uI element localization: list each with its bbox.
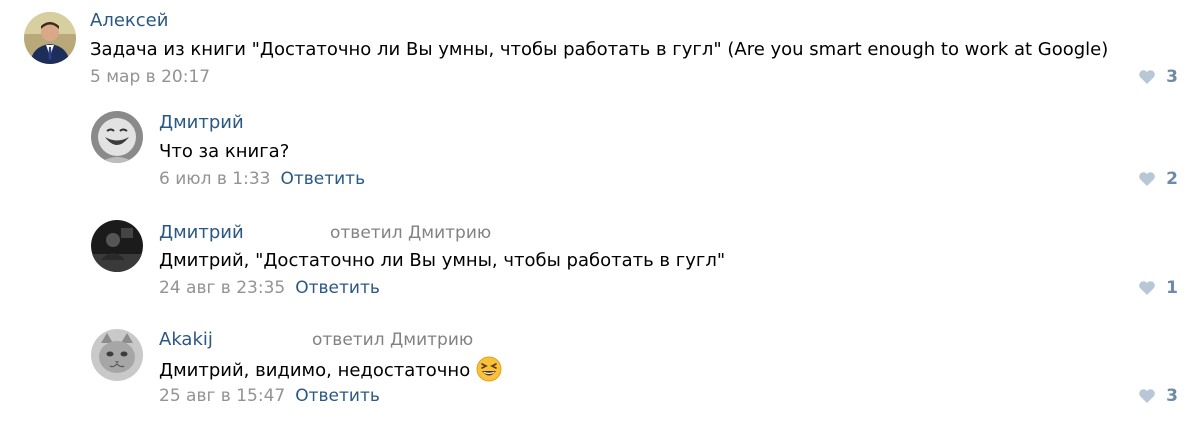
like-button[interactable]: 1 (1138, 277, 1178, 299)
avatar[interactable] (91, 329, 143, 381)
avatar[interactable] (91, 220, 143, 272)
laughing-face-emoji (476, 356, 502, 382)
comment-text: Дмитрий, видимо, недостаточно (159, 356, 502, 383)
laughing-baby-avatar (91, 111, 143, 163)
comment-author[interactable]: Akakij (159, 329, 213, 351)
reply-button[interactable]: Ответить (295, 386, 380, 406)
comment-text: Задача из книги "Достаточно ли Вы умны, … (90, 39, 1109, 60)
comment-author[interactable]: Дмитрий (159, 222, 244, 244)
heart-icon (1139, 389, 1155, 403)
avatar[interactable] (91, 111, 143, 163)
like-count: 3 (1166, 67, 1178, 87)
comment-meta: 25 авг в 15:47 Ответить (159, 385, 380, 407)
comment-date[interactable]: 5 мар в 20:17 (90, 67, 210, 87)
heart-icon (1139, 281, 1155, 295)
comment-author[interactable]: Алексей (90, 10, 168, 32)
like-count: 1 (1166, 278, 1178, 298)
comment-date[interactable]: 24 авг в 23:35 (159, 278, 285, 298)
comment-meta: 6 июл в 1:33 Ответить (159, 168, 365, 190)
man-in-suit-avatar (24, 12, 76, 64)
reply-button[interactable]: Ответить (295, 278, 380, 298)
like-button[interactable]: 3 (1138, 385, 1178, 407)
reply-to-label[interactable]: ответил Дмитрию (330, 222, 491, 244)
heart-icon (1139, 172, 1155, 186)
avatar[interactable] (24, 12, 76, 64)
cat-avatar (91, 329, 143, 381)
like-count: 3 (1166, 386, 1178, 406)
comment-text: Дмитрий, "Достаточно ли Вы умны, чтобы р… (159, 250, 726, 271)
comment-text: Что за книга? (159, 141, 290, 162)
comment-author[interactable]: Дмитрий (159, 112, 244, 134)
comment-date[interactable]: 25 авг в 15:47 (159, 386, 285, 406)
like-button[interactable]: 2 (1138, 168, 1178, 190)
dark-photo-avatar (91, 220, 143, 272)
reply-to-label[interactable]: ответил Дмитрию (312, 329, 473, 351)
comment-date[interactable]: 6 июл в 1:33 (159, 169, 270, 189)
comment-text-content: Дмитрий, видимо, недостаточно (159, 360, 471, 381)
heart-icon (1139, 70, 1155, 84)
like-count: 2 (1166, 169, 1178, 189)
reply-button[interactable]: Ответить (280, 169, 365, 189)
like-button[interactable]: 3 (1138, 66, 1178, 88)
comment-meta: 24 авг в 23:35 Ответить (159, 277, 380, 299)
comment-meta: 5 мар в 20:17 (90, 66, 210, 88)
